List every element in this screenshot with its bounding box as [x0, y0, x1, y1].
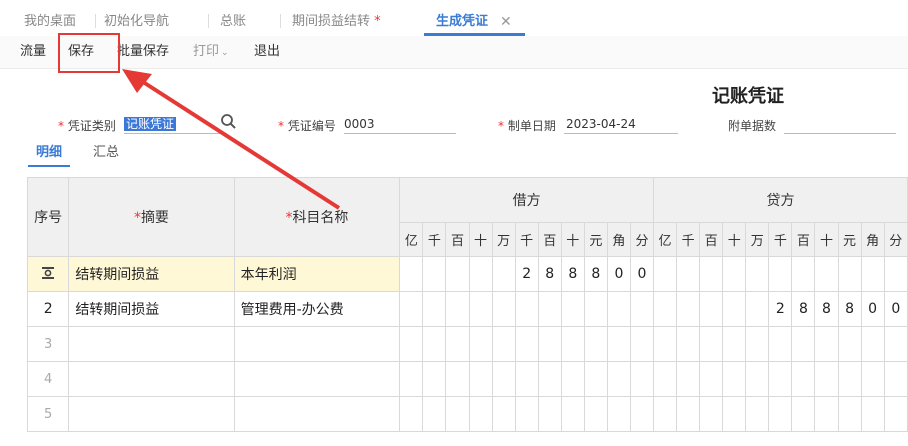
annotation-arrow	[122, 69, 341, 210]
